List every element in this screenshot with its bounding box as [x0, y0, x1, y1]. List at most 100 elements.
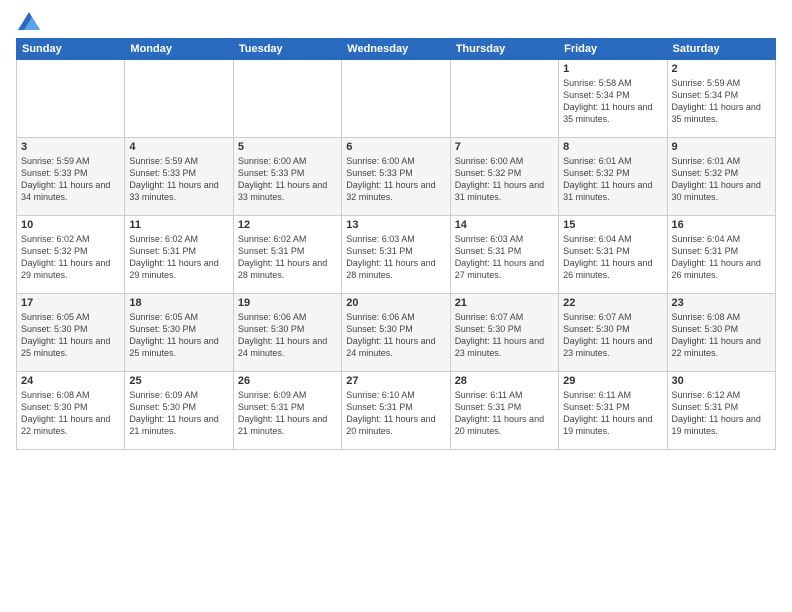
day-number: 7	[455, 141, 554, 153]
day-cell: 5 Sunrise: 6:00 AMSunset: 5:33 PMDaylight…	[233, 138, 341, 216]
day-info: Sunrise: 5:58 AMSunset: 5:34 PMDaylight:…	[563, 77, 662, 126]
day-cell: 12 Sunrise: 6:02 AMSunset: 5:31 PMDayligh…	[233, 216, 341, 294]
day-info: Sunrise: 6:11 AMSunset: 5:31 PMDaylight:…	[455, 389, 554, 438]
day-number: 24	[21, 375, 120, 387]
day-info: Sunrise: 6:02 AMSunset: 5:32 PMDaylight:…	[21, 233, 120, 282]
day-info: Sunrise: 5:59 AMSunset: 5:33 PMDaylight:…	[21, 155, 120, 204]
day-cell: 29 Sunrise: 6:11 AMSunset: 5:31 PMDayligh…	[559, 372, 667, 450]
day-cell	[125, 60, 233, 138]
day-number: 5	[238, 141, 337, 153]
day-info: Sunrise: 6:06 AMSunset: 5:30 PMDaylight:…	[346, 311, 445, 360]
day-number: 6	[346, 141, 445, 153]
day-cell	[450, 60, 558, 138]
day-number: 4	[129, 141, 228, 153]
day-number: 1	[563, 63, 662, 75]
day-cell: 19 Sunrise: 6:06 AMSunset: 5:30 PMDayligh…	[233, 294, 341, 372]
day-info: Sunrise: 6:06 AMSunset: 5:30 PMDaylight:…	[238, 311, 337, 360]
weekday-header-tuesday: Tuesday	[233, 39, 341, 60]
day-cell: 30 Sunrise: 6:12 AMSunset: 5:31 PMDayligh…	[667, 372, 775, 450]
day-number: 3	[21, 141, 120, 153]
week-row-3: 10 Sunrise: 6:02 AMSunset: 5:32 PMDayligh…	[17, 216, 776, 294]
week-row-1: 1 Sunrise: 5:58 AMSunset: 5:34 PMDaylight…	[17, 60, 776, 138]
week-row-4: 17Sunrise: 6:05 AMSunset: 5:30 PMDayligh…	[17, 294, 776, 372]
day-info: Sunrise: 6:03 AMSunset: 5:31 PMDaylight:…	[346, 233, 445, 282]
day-number: 2	[672, 63, 771, 75]
day-info: Sunrise: 6:08 AMSunset: 5:30 PMDaylight:…	[21, 389, 120, 438]
day-cell: 18 Sunrise: 6:05 AMSunset: 5:30 PMDayligh…	[125, 294, 233, 372]
day-info: Sunrise: 6:09 AMSunset: 5:30 PMDaylight:…	[129, 389, 228, 438]
weekday-header-saturday: Saturday	[667, 39, 775, 60]
day-number: 16	[672, 219, 771, 231]
day-cell: 14 Sunrise: 6:03 AMSunset: 5:31 PMDayligh…	[450, 216, 558, 294]
day-info: Sunrise: 6:02 AMSunset: 5:31 PMDaylight:…	[129, 233, 228, 282]
day-info: Sunrise: 6:02 AMSunset: 5:31 PMDaylight:…	[238, 233, 337, 282]
header	[16, 12, 776, 30]
day-cell: 22 Sunrise: 6:07 AMSunset: 5:30 PMDayligh…	[559, 294, 667, 372]
day-cell: 27Sunrise: 6:10 AMSunset: 5:31 PMDayligh…	[342, 372, 450, 450]
day-info: Sunrise: 6:04 AMSunset: 5:31 PMDaylight:…	[672, 233, 771, 282]
day-cell: 28 Sunrise: 6:11 AMSunset: 5:31 PMDayligh…	[450, 372, 558, 450]
day-info: Sunrise: 5:59 AMSunset: 5:34 PMDaylight:…	[672, 77, 771, 126]
weekday-header-sunday: Sunday	[17, 39, 125, 60]
day-cell: 9Sunrise: 6:01 AMSunset: 5:32 PMDaylight…	[667, 138, 775, 216]
day-info: Sunrise: 6:04 AMSunset: 5:31 PMDaylight:…	[563, 233, 662, 282]
logo-icon	[18, 12, 40, 30]
day-number: 10	[21, 219, 120, 231]
day-info: Sunrise: 6:05 AMSunset: 5:30 PMDaylight:…	[129, 311, 228, 360]
day-number: 13	[346, 219, 445, 231]
day-cell: 3 Sunrise: 5:59 AMSunset: 5:33 PMDaylight…	[17, 138, 125, 216]
weekday-header-wednesday: Wednesday	[342, 39, 450, 60]
day-number: 21	[455, 297, 554, 309]
day-cell: 7Sunrise: 6:00 AMSunset: 5:32 PMDaylight…	[450, 138, 558, 216]
day-number: 11	[129, 219, 228, 231]
day-info: Sunrise: 6:05 AMSunset: 5:30 PMDaylight:…	[21, 311, 120, 360]
day-cell: 23Sunrise: 6:08 AMSunset: 5:30 PMDayligh…	[667, 294, 775, 372]
day-number: 27	[346, 375, 445, 387]
day-info: Sunrise: 6:12 AMSunset: 5:31 PMDaylight:…	[672, 389, 771, 438]
day-info: Sunrise: 6:11 AMSunset: 5:31 PMDaylight:…	[563, 389, 662, 438]
week-row-5: 24 Sunrise: 6:08 AMSunset: 5:30 PMDayligh…	[17, 372, 776, 450]
day-cell: 13 Sunrise: 6:03 AMSunset: 5:31 PMDayligh…	[342, 216, 450, 294]
logo	[16, 12, 40, 30]
day-info: Sunrise: 6:09 AMSunset: 5:31 PMDaylight:…	[238, 389, 337, 438]
weekday-header-friday: Friday	[559, 39, 667, 60]
day-cell: 10 Sunrise: 6:02 AMSunset: 5:32 PMDayligh…	[17, 216, 125, 294]
weekday-header-row: SundayMondayTuesdayWednesdayThursdayFrid…	[17, 39, 776, 60]
day-number: 12	[238, 219, 337, 231]
day-cell	[17, 60, 125, 138]
day-cell	[342, 60, 450, 138]
day-info: Sunrise: 6:03 AMSunset: 5:31 PMDaylight:…	[455, 233, 554, 282]
day-cell: 2 Sunrise: 5:59 AMSunset: 5:34 PMDaylight…	[667, 60, 775, 138]
day-number: 29	[563, 375, 662, 387]
day-cell: 11 Sunrise: 6:02 AMSunset: 5:31 PMDayligh…	[125, 216, 233, 294]
day-cell: 20 Sunrise: 6:06 AMSunset: 5:30 PMDayligh…	[342, 294, 450, 372]
day-info: Sunrise: 6:08 AMSunset: 5:30 PMDaylight:…	[672, 311, 771, 360]
logo-text	[16, 12, 40, 30]
day-info: Sunrise: 6:01 AMSunset: 5:32 PMDaylight:…	[563, 155, 662, 204]
day-number: 9	[672, 141, 771, 153]
day-cell: 16 Sunrise: 6:04 AMSunset: 5:31 PMDayligh…	[667, 216, 775, 294]
day-number: 18	[129, 297, 228, 309]
day-number: 28	[455, 375, 554, 387]
weekday-header-monday: Monday	[125, 39, 233, 60]
day-number: 19	[238, 297, 337, 309]
page: SundayMondayTuesdayWednesdayThursdayFrid…	[0, 0, 792, 612]
day-cell	[233, 60, 341, 138]
day-cell: 1 Sunrise: 5:58 AMSunset: 5:34 PMDaylight…	[559, 60, 667, 138]
day-cell: 6Sunrise: 6:00 AMSunset: 5:33 PMDaylight…	[342, 138, 450, 216]
day-number: 14	[455, 219, 554, 231]
day-number: 22	[563, 297, 662, 309]
day-cell: 17Sunrise: 6:05 AMSunset: 5:30 PMDayligh…	[17, 294, 125, 372]
day-number: 30	[672, 375, 771, 387]
day-cell: 21Sunrise: 6:07 AMSunset: 5:30 PMDayligh…	[450, 294, 558, 372]
day-number: 25	[129, 375, 228, 387]
day-number: 15	[563, 219, 662, 231]
day-info: Sunrise: 6:07 AMSunset: 5:30 PMDaylight:…	[563, 311, 662, 360]
day-info: Sunrise: 6:00 AMSunset: 5:33 PMDaylight:…	[238, 155, 337, 204]
day-cell: 26Sunrise: 6:09 AMSunset: 5:31 PMDayligh…	[233, 372, 341, 450]
day-number: 8	[563, 141, 662, 153]
calendar-table: SundayMondayTuesdayWednesdayThursdayFrid…	[16, 38, 776, 450]
week-row-2: 3 Sunrise: 5:59 AMSunset: 5:33 PMDaylight…	[17, 138, 776, 216]
day-cell: 4Sunrise: 5:59 AMSunset: 5:33 PMDaylight…	[125, 138, 233, 216]
day-number: 20	[346, 297, 445, 309]
